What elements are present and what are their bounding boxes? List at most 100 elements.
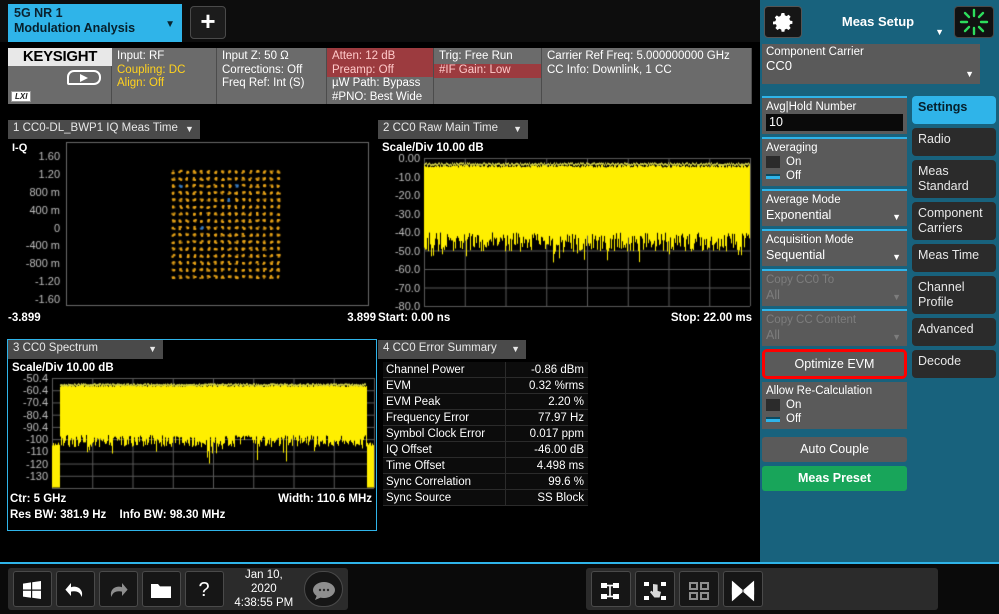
error-row-key: Channel Power bbox=[383, 362, 505, 378]
average-mode-label: Average Mode bbox=[766, 194, 841, 206]
status-pno: #PNO: Best Wide bbox=[332, 90, 423, 103]
gear-icon[interactable] bbox=[764, 6, 802, 38]
error-row-value: SS Block bbox=[505, 490, 588, 506]
panel-error-title-text: 4 CC0 Error Summary bbox=[383, 342, 497, 354]
status-input-cell[interactable]: Input: RF Coupling: DC Align: Off bbox=[112, 48, 217, 104]
sidebar-tab-settings[interactable]: Settings bbox=[912, 96, 996, 124]
averaging-off-option[interactable]: Off bbox=[766, 169, 903, 183]
bottom-right-group bbox=[586, 568, 938, 610]
status-trig: Trig: Free Run bbox=[439, 50, 513, 62]
undo-icon[interactable] bbox=[55, 571, 95, 607]
averaging-off-label: Off bbox=[786, 170, 802, 182]
panel-spectrum-title[interactable]: 3 CC0 Spectrum ▼ bbox=[8, 340, 163, 359]
allow-recalculation-label: Allow Re-Calculation bbox=[766, 385, 873, 397]
sidebar-tab-advanced[interactable]: Advanced bbox=[912, 318, 996, 346]
chevron-down-icon[interactable]: ▼ bbox=[185, 124, 194, 134]
spectrum-width: Width: 110.6 MHz bbox=[278, 493, 372, 505]
status-preamp: Preamp: Off bbox=[332, 63, 394, 76]
average-mode-value: Exponential bbox=[766, 208, 832, 222]
message-bubble-icon[interactable] bbox=[304, 571, 344, 607]
table-row[interactable]: EVM Peak 2.20 % bbox=[383, 394, 588, 410]
fullscreen-expand-icon[interactable] bbox=[723, 571, 763, 607]
grid-layout-icon[interactable] bbox=[679, 571, 719, 607]
allow-recalculation-toggle[interactable]: Allow Re-Calculation On Off bbox=[762, 382, 907, 429]
panel-raw-title[interactable]: 2 CC0 Raw Main Time ▼ bbox=[378, 120, 528, 139]
node-graph-icon[interactable] bbox=[591, 571, 631, 607]
error-row-key: IQ Offset bbox=[383, 442, 505, 458]
folder-icon[interactable] bbox=[141, 571, 181, 607]
acquisition-mode-select[interactable]: Acquisition Mode Sequential ▼ bbox=[762, 229, 907, 266]
sidebar-tab-channel-profile[interactable]: Channel Profile bbox=[912, 276, 996, 314]
chevron-down-icon[interactable]: ▼ bbox=[965, 69, 974, 79]
panel-raw-main-time[interactable]: 2 CC0 Raw Main Time ▼ Scale/Div 10.00 dB… bbox=[378, 120, 752, 332]
meas-setup-sidebar: Meas Setup ▼ Component Carrier CC0 ▼ Avg… bbox=[760, 0, 999, 562]
meas-setup-title[interactable]: Meas Setup ▼ bbox=[806, 6, 950, 38]
help-icon[interactable]: ? bbox=[184, 571, 224, 607]
table-row[interactable]: EVM 0.32 %rms bbox=[383, 378, 588, 394]
panel-spectrum-title-text: 3 CC0 Spectrum bbox=[13, 342, 99, 354]
sidebar-tab-meas-time[interactable]: Meas Time bbox=[912, 244, 996, 272]
averaging-on-option[interactable]: On bbox=[766, 155, 903, 169]
acquisition-mode-label: Acquisition Mode bbox=[766, 234, 854, 246]
allow-recalculation-off-option[interactable]: Off bbox=[766, 412, 903, 426]
averaging-toggle[interactable]: Averaging On Off bbox=[762, 137, 907, 186]
avg-hold-number-label: Avg|Hold Number bbox=[766, 101, 857, 113]
redo-icon[interactable] bbox=[98, 571, 138, 607]
panel-spectrum[interactable]: 3 CC0 Spectrum ▼ Scale/Div 10.00 dB Ctr:… bbox=[7, 339, 377, 531]
panel-iq-meas-time[interactable]: 1 CC0-DL_BWP1 IQ Meas Time ▼ I-Q -3.899 … bbox=[8, 120, 376, 332]
status-carrier-cell[interactable]: Carrier Ref Freq: 5.000000000 GHz CC Inf… bbox=[542, 48, 752, 104]
status-impedance-cell[interactable]: Input Z: 50 Ω Corrections: Off Freq Ref:… bbox=[217, 48, 327, 104]
chevron-down-icon[interactable]: ▼ bbox=[148, 344, 157, 354]
iq-x-start: -3.899 bbox=[8, 312, 41, 324]
tab-5g-nr-modulation-analysis[interactable]: 5G NR 1 Modulation Analysis ▼ bbox=[8, 4, 182, 42]
copy-cc-to-label: Copy CC0 To bbox=[766, 274, 835, 286]
sidebar-tab-meas-standard[interactable]: Meas Standard bbox=[912, 160, 996, 198]
bottom-left-group: ? Jan 10, 2020 4:38:55 PM bbox=[8, 568, 348, 610]
status-atten-cell[interactable]: Atten: 12 dB Preamp: Off µW Path: Bypass… bbox=[327, 48, 434, 104]
copy-cc-content-label: Copy CC Content bbox=[766, 314, 857, 326]
table-row[interactable]: Sync Source SS Block bbox=[383, 490, 588, 506]
panel-error-title[interactable]: 4 CC0 Error Summary ▼ bbox=[378, 340, 526, 359]
avg-hold-number-input[interactable]: 10 bbox=[766, 114, 903, 131]
panel-iq-title[interactable]: 1 CC0-DL_BWP1 IQ Meas Time ▼ bbox=[8, 120, 200, 139]
sidebar-tab-decode[interactable]: Decode bbox=[912, 350, 996, 378]
chevron-down-icon[interactable]: ▼ bbox=[513, 124, 522, 134]
avg-hold-number-field[interactable]: Avg|Hold Number 10 bbox=[762, 96, 907, 134]
add-tab-button[interactable]: + bbox=[190, 6, 226, 39]
chevron-down-icon[interactable]: ▼ bbox=[892, 252, 901, 262]
table-row[interactable]: Sync Correlation 99.6 % bbox=[383, 474, 588, 490]
error-row-value: 77.97 Hz bbox=[505, 410, 588, 426]
iq-axis-label: I-Q bbox=[12, 142, 28, 154]
table-row[interactable]: Channel Power -0.86 dBm bbox=[383, 362, 588, 378]
error-summary-table: Channel Power -0.86 dBm EVM 0.32 %rms EVM Pe… bbox=[383, 362, 588, 506]
chevron-down-icon[interactable]: ▼ bbox=[165, 17, 175, 32]
status-freq-ref: Freq Ref: Int (S) bbox=[222, 77, 305, 90]
status-align: Align: Off bbox=[117, 77, 165, 90]
meas-preset-button[interactable]: Meas Preset bbox=[762, 466, 907, 491]
lxi-badge: LXI bbox=[11, 91, 32, 102]
sidebar-tab-radio[interactable]: Radio bbox=[912, 128, 996, 156]
panel-error-summary[interactable]: 4 CC0 Error Summary ▼ Channel Power -0.86… bbox=[378, 340, 752, 530]
spectrum-scale-div: Scale/Div 10.00 dB bbox=[12, 362, 114, 374]
chevron-down-icon[interactable]: ▼ bbox=[892, 212, 901, 222]
allow-recalculation-on-option[interactable]: On bbox=[766, 398, 903, 412]
chevron-down-icon[interactable]: ▼ bbox=[511, 344, 520, 354]
component-carrier-select[interactable]: Component Carrier CC0 ▼ bbox=[762, 44, 980, 84]
status-input-z: Input Z: 50 Ω bbox=[222, 50, 289, 62]
table-row[interactable]: Symbol Clock Error 0.017 ppm bbox=[383, 426, 588, 442]
auto-couple-button[interactable]: Auto Couple bbox=[762, 437, 907, 462]
acquisition-mode-value: Sequential bbox=[766, 248, 826, 262]
touch-select-icon[interactable] bbox=[635, 571, 675, 607]
table-row[interactable]: Time Offset 4.498 ms bbox=[383, 458, 588, 474]
tab-line-2: Modulation Analysis bbox=[14, 21, 136, 35]
optimize-evm-button[interactable]: Optimize EVM bbox=[765, 352, 904, 376]
table-row[interactable]: IQ Offset -46.00 dB bbox=[383, 442, 588, 458]
windows-start-icon[interactable] bbox=[13, 571, 52, 607]
status-corrections: Corrections: Off bbox=[222, 63, 303, 76]
measurement-activity-icon[interactable] bbox=[954, 6, 994, 38]
sidebar-tab-component-carriers[interactable]: Component Carriers bbox=[912, 202, 996, 240]
error-row-key: Sync Correlation bbox=[383, 474, 505, 490]
average-mode-select[interactable]: Average Mode Exponential ▼ bbox=[762, 189, 907, 226]
status-trigger-cell[interactable]: Trig: Free Run #IF Gain: Low bbox=[434, 48, 542, 104]
table-row[interactable]: Frequency Error 77.97 Hz bbox=[383, 410, 588, 426]
